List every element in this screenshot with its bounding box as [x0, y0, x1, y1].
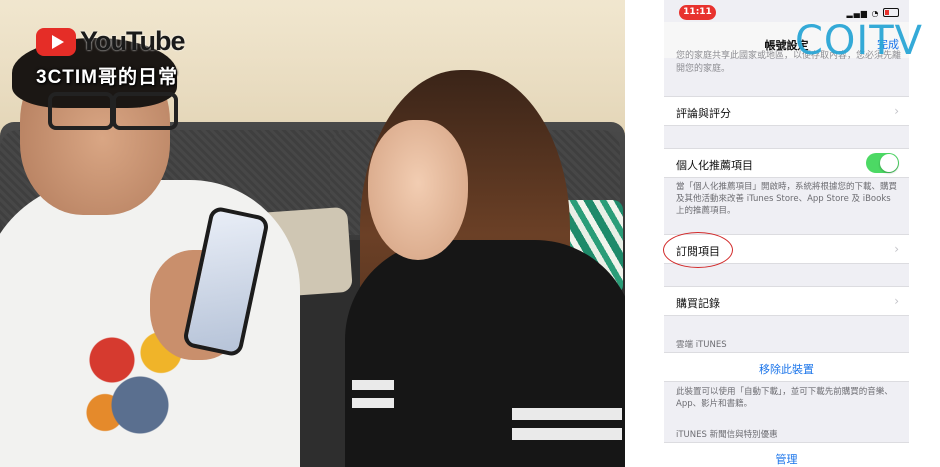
manage-row[interactable]: 管理 — [664, 442, 909, 467]
glasses-lens-right — [112, 92, 178, 130]
channel-name: 3CTIM哥的日常 — [36, 67, 179, 88]
chevron-right-icon: › — [894, 294, 899, 308]
remove-device-row[interactable]: 移除此裝置 — [664, 352, 909, 382]
remove-device-button[interactable]: 移除此裝置 — [664, 361, 909, 377]
chevron-right-icon: › — [894, 104, 899, 118]
ratings-reviews-row[interactable]: 評論與評分 › — [664, 96, 909, 126]
status-time: 11:11 — [679, 5, 716, 20]
sleeve-stripe — [512, 408, 622, 420]
manage-button[interactable]: 管理 — [664, 451, 909, 467]
video-frame: YouTube 3CTIM哥的日常 — [0, 0, 625, 467]
personalized-footnote: 當「個人化推薦項目」開啟時，系統將根據您的下載、購買及其他活動來改善 iTune… — [676, 182, 898, 216]
youtube-wordmark: YouTube — [80, 26, 185, 56]
woman-face — [368, 120, 468, 260]
battery-icon — [883, 8, 899, 17]
section-header: iTUNES 新聞信與特別優惠 — [676, 430, 778, 440]
play-icon — [52, 35, 64, 49]
row-label: 購買記錄 — [676, 297, 720, 310]
glasses-lens-left — [48, 92, 114, 130]
wifi-icon: ◔ — [871, 9, 880, 18]
row-label: 評論與評分 — [676, 107, 731, 120]
section-header: 雲端 iTUNES — [676, 340, 727, 350]
row-label: 個人化推薦項目 — [676, 159, 753, 172]
cloud-footnote: 此裝置可以使用「自動下載」，並可下載先前購買的音樂、App、影片和書籍。 — [676, 387, 893, 409]
status-icons: ▂▄▆ ◔ — [846, 8, 899, 18]
purchase-history-row[interactable]: 購買記錄 › — [664, 286, 909, 316]
personalized-recommendations-row: 個人化推薦項目 — [664, 148, 909, 178]
personalized-recommendations-toggle[interactable] — [866, 153, 899, 173]
sleeve-stripe — [352, 398, 394, 408]
chevron-right-icon: › — [894, 242, 899, 256]
sleeve-stripe — [352, 380, 394, 390]
coitv-watermark: COITV — [795, 18, 924, 64]
highlight-circle — [663, 232, 733, 268]
signal-icon: ▂▄▆ — [846, 9, 868, 18]
sleeve-stripe — [512, 428, 622, 440]
